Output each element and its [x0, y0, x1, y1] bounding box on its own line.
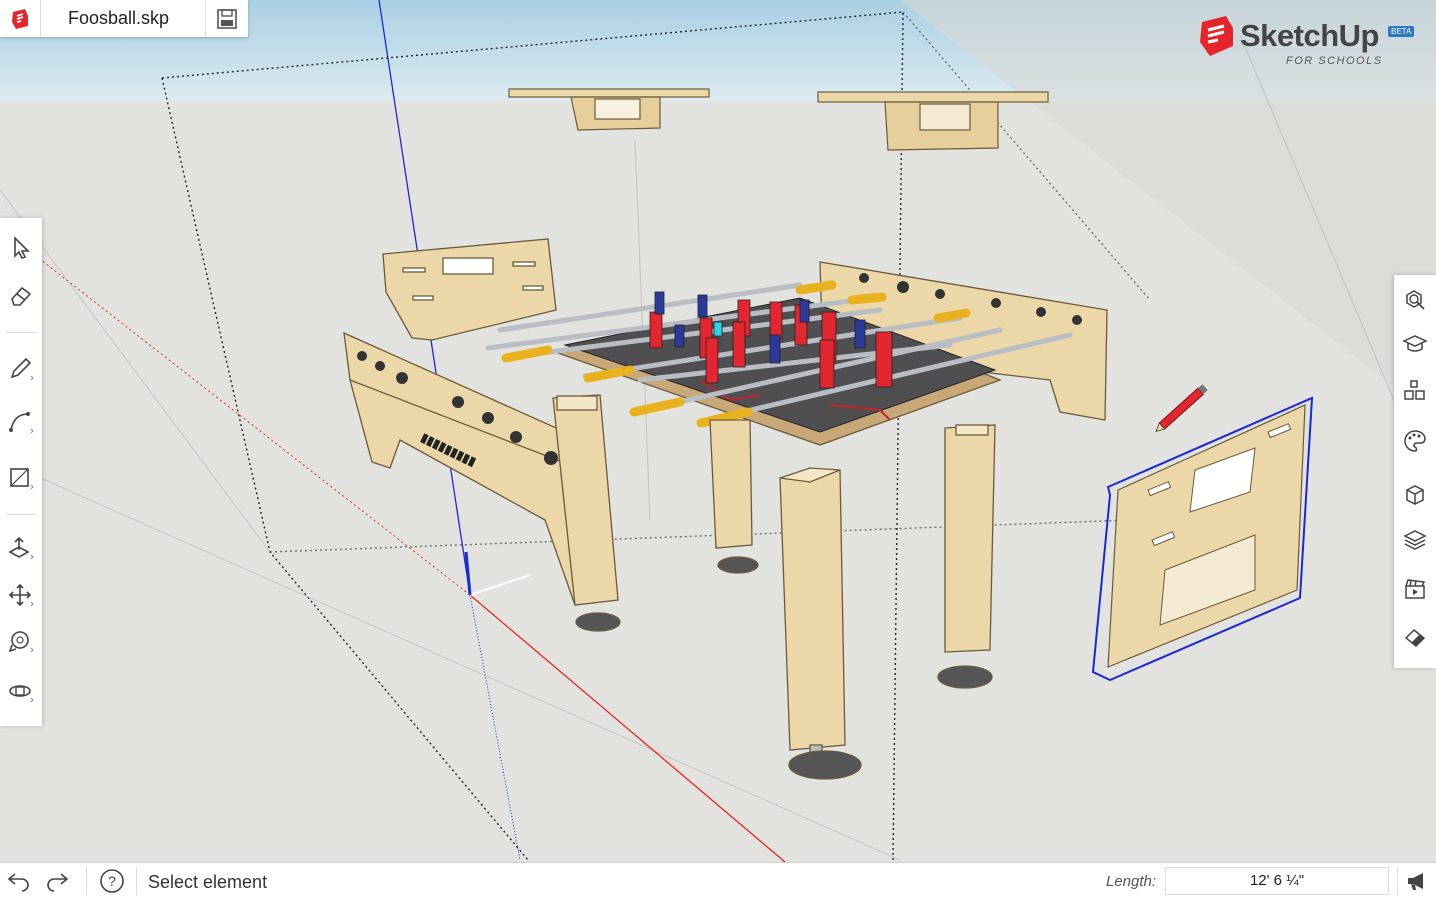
eraser-tool[interactable] [0, 276, 42, 316]
paint-palette-icon [1404, 430, 1426, 452]
tape-measure-icon [8, 631, 34, 653]
brand-subtitle: FOR SCHOOLS [1286, 55, 1383, 67]
svg-text:?: ? [108, 873, 116, 889]
instructor-panel[interactable] [1394, 324, 1436, 364]
styles-panel[interactable] [1394, 475, 1436, 515]
file-name: Foosball.skp [68, 8, 170, 28]
status-bar: ? Select element Length: 12' 6 ¼" [0, 862, 1436, 899]
brand-name: SketchUp [1240, 18, 1379, 53]
layers-icon [1403, 530, 1427, 550]
left-toolbar [0, 218, 42, 726]
3d-viewport[interactable]: ▮▮▮▮▮▮▮▮▮ [0, 0, 1436, 862]
redo-button[interactable] [38, 863, 76, 899]
scenes-panel[interactable] [1394, 569, 1436, 609]
arrow-cursor-icon [14, 236, 30, 259]
app-menu-button[interactable] [0, 0, 41, 37]
orbit-tool[interactable] [0, 671, 42, 711]
rectangle-icon [10, 468, 34, 490]
help-button[interactable]: ? [93, 863, 131, 899]
select-tool[interactable] [0, 228, 42, 268]
entity-info-panel[interactable] [1394, 280, 1436, 320]
arc-tool[interactable] [0, 402, 42, 442]
model-canvas[interactable]: ▮▮▮▮▮▮▮▮▮ [0, 0, 1436, 862]
eraser-display-icon [1404, 628, 1426, 648]
status-divider [136, 867, 137, 895]
right-toolbar [1394, 275, 1436, 668]
components-panel[interactable] [1394, 371, 1436, 411]
beta-badge: BETA [1388, 26, 1415, 37]
tape-measure-tool[interactable] [0, 621, 42, 661]
sketchup-logo-icon [12, 8, 28, 29]
floppy-disk-icon [217, 8, 237, 29]
save-button[interactable] [205, 0, 248, 37]
help-question-icon: ? [100, 869, 124, 893]
undo-button[interactable] [0, 863, 38, 899]
feedback-button[interactable] [1398, 863, 1436, 899]
eraser-icon [11, 286, 32, 306]
magnifier-cube-icon [1406, 290, 1425, 310]
push-pull-tool[interactable] [0, 528, 42, 568]
pencil-icon [10, 357, 34, 381]
toolbar-divider [6, 514, 36, 515]
move-arrows-icon [8, 583, 34, 607]
move-tool[interactable] [0, 575, 42, 615]
layers-panel[interactable] [1394, 520, 1436, 560]
pencil-tool[interactable] [0, 349, 42, 389]
toolbar-divider [6, 332, 36, 333]
push-pull-icon [8, 536, 34, 560]
arc-icon [9, 412, 34, 434]
status-message: Select element [148, 872, 268, 892]
undo-icon [7, 873, 29, 892]
megaphone-icon [1408, 873, 1423, 890]
cubes-icon [1404, 380, 1425, 400]
leg-front-right[interactable] [937, 424, 996, 689]
orbit-icon [9, 685, 34, 703]
clapperboard-icon [1405, 579, 1426, 599]
sketchup-logo-icon [1200, 16, 1233, 56]
rectangle-tool[interactable] [0, 458, 42, 498]
status-divider [86, 867, 87, 895]
title-bar: Foosball.skp [0, 0, 248, 37]
redo-icon [47, 873, 69, 892]
length-label: Length: [1106, 873, 1157, 890]
length-input[interactable]: 12' 6 ¼" [1165, 867, 1389, 895]
materials-panel[interactable] [1394, 421, 1436, 461]
graduation-cap-icon [1402, 335, 1428, 352]
display-panel[interactable] [1394, 619, 1436, 659]
brand-logo: SketchUp BETA FOR SCHOOLS [1196, 12, 1416, 74]
box-style-icon [1406, 485, 1424, 505]
